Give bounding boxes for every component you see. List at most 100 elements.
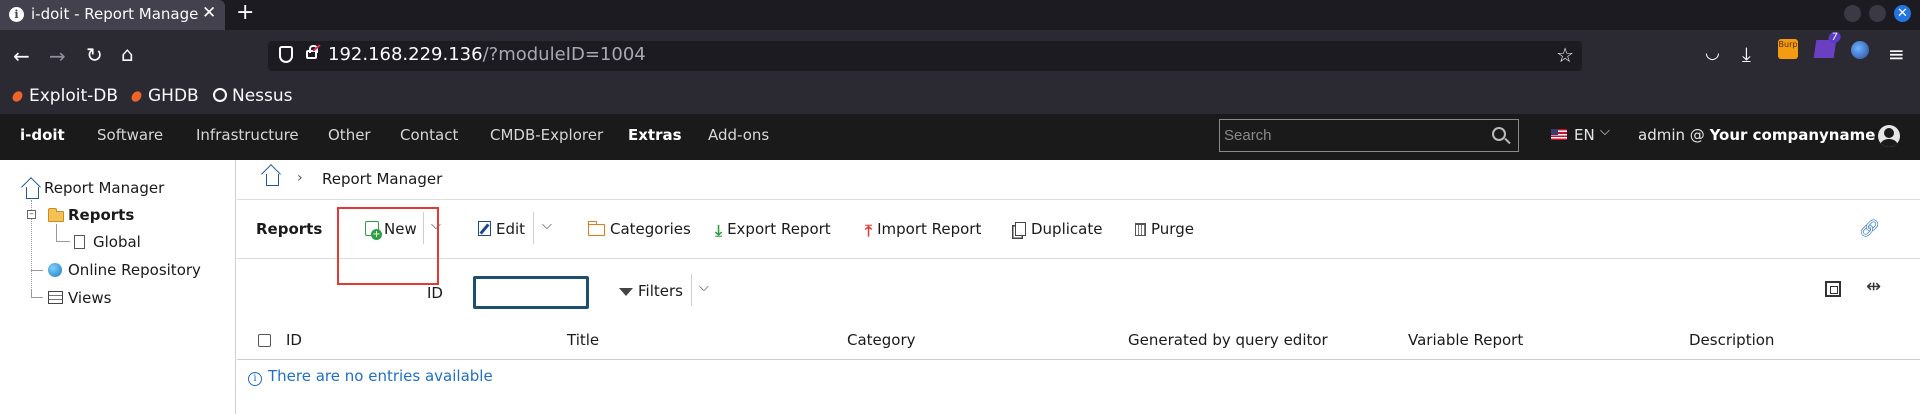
- info-icon: i: [248, 372, 262, 386]
- export-report-button[interactable]: ⤓ Export Report: [715, 220, 831, 241]
- column-header-category[interactable]: Category: [847, 331, 916, 349]
- import-label: Import Report: [877, 220, 982, 238]
- report-page-icon: [74, 235, 85, 249]
- id-filter-label: ID: [427, 284, 443, 302]
- pocket-icon[interactable]: ◡: [1705, 43, 1720, 63]
- tab-title: i-doit - Report Manager: [31, 5, 199, 23]
- burp-extension-icon[interactable]: Burp: [1778, 39, 1798, 59]
- search-input[interactable]: [1224, 124, 1484, 147]
- menu-extras[interactable]: Extras: [628, 126, 682, 144]
- link-icon[interactable]: 🔗︎: [1859, 219, 1881, 239]
- export-label: Export Report: [727, 220, 831, 238]
- globe-icon: [48, 263, 62, 277]
- tree-item-report-manager[interactable]: Report Manager: [44, 179, 164, 197]
- tree-item-views[interactable]: Views: [68, 289, 111, 307]
- site-info-icon: i: [9, 7, 24, 22]
- home-icon: [26, 187, 39, 199]
- chevron-down-icon[interactable]: ⌵: [1600, 124, 1610, 139]
- forward-arrow-icon[interactable]: →: [49, 44, 66, 68]
- new-tab-button[interactable]: +: [236, 0, 254, 25]
- folder-icon: [588, 221, 605, 236]
- column-header-title[interactable]: Title: [567, 331, 599, 349]
- insecure-lock-icon[interactable]: [306, 45, 318, 59]
- duplicate-button[interactable]: Duplicate: [1015, 220, 1102, 238]
- export-arrow-icon: ⤓: [715, 221, 723, 240]
- exploit-db-icon: [10, 89, 25, 104]
- import-report-button[interactable]: ⤒ Import Report: [865, 220, 981, 241]
- extension-icon[interactable]: 7: [1813, 32, 1842, 58]
- app-menu-icon[interactable]: ≡: [1888, 42, 1905, 66]
- app-header: i-doit Software Infrastructure Other Con…: [0, 114, 1920, 160]
- bookmark-exploit-db[interactable]: Exploit-DB: [10, 86, 118, 106]
- language-selector[interactable]: EN: [1574, 126, 1595, 144]
- menu-contact[interactable]: Contact: [400, 126, 458, 144]
- tree-connector: [56, 224, 70, 242]
- avatar[interactable]: [1878, 125, 1900, 147]
- breadcrumb-home-icon[interactable]: [266, 174, 279, 186]
- tree-connector: [31, 270, 43, 271]
- fit-to-screen-icon[interactable]: [1825, 281, 1841, 297]
- downloads-icon[interactable]: ⤓: [1742, 42, 1751, 66]
- edit-button[interactable]: Edit: [478, 220, 525, 238]
- url-text[interactable]: 192.168.229.136/?moduleID=1004: [328, 44, 646, 65]
- i-doit-logo[interactable]: i-doit: [20, 126, 65, 144]
- bookmark-star-icon[interactable]: ☆: [1556, 43, 1574, 67]
- user-name: admin @: [1638, 126, 1705, 144]
- tracking-shield-icon[interactable]: [279, 46, 293, 63]
- window-close-button[interactable]: ✕: [1894, 5, 1911, 22]
- categories-button[interactable]: Categories: [588, 220, 691, 238]
- user-menu[interactable]: admin @ Your companyname: [1638, 126, 1875, 144]
- column-header-variable-report[interactable]: Variable Report: [1408, 331, 1523, 349]
- browser-toolbar: ← → ↻ ⌂ 192.168.229.136/?moduleID=1004 ☆…: [0, 30, 1920, 114]
- filters-button[interactable]: Filters: [619, 282, 683, 300]
- divider: [691, 274, 692, 306]
- filters-label: Filters: [638, 282, 683, 300]
- url-path: /?moduleID=1004: [482, 44, 646, 65]
- globe-icon: [213, 88, 227, 102]
- select-all-checkbox[interactable]: [258, 334, 271, 347]
- reload-icon[interactable]: ↻: [86, 43, 103, 67]
- funnel-icon: [619, 288, 633, 296]
- menu-infrastructure[interactable]: Infrastructure: [196, 126, 299, 144]
- address-bar[interactable]: 192.168.229.136/?moduleID=1004 ☆: [268, 41, 1582, 71]
- menu-add-ons[interactable]: Add-ons: [708, 126, 769, 144]
- bookmark-ghdb[interactable]: GHDB: [129, 86, 199, 106]
- search-box: [1219, 119, 1519, 152]
- column-header-id[interactable]: ID: [286, 331, 302, 349]
- column-header-query-editor[interactable]: Generated by query editor: [1128, 331, 1328, 349]
- purge-label: Purge: [1151, 220, 1194, 238]
- column-resize-icon[interactable]: ⇹: [1866, 276, 1881, 297]
- tree-item-reports[interactable]: Reports: [68, 206, 134, 224]
- duplicate-label: Duplicate: [1031, 220, 1103, 238]
- tab-close-icon[interactable]: ✕: [202, 3, 216, 23]
- toolbar-title: Reports: [256, 220, 323, 238]
- breadcrumb-current[interactable]: Report Manager: [322, 170, 442, 188]
- menu-cmdb-explorer[interactable]: CMDB-Explorer: [490, 126, 603, 144]
- menu-other[interactable]: Other: [328, 126, 371, 144]
- filters-chevron-down-icon[interactable]: ⌵: [699, 280, 709, 295]
- import-arrow-icon: ⤒: [865, 221, 873, 240]
- breadcrumb: › Report Manager: [237, 160, 1920, 200]
- tree-item-online-repository[interactable]: Online Repository: [68, 261, 201, 279]
- menu-software[interactable]: Software: [97, 126, 163, 144]
- bookmark-label: Exploit-DB: [29, 86, 118, 106]
- browser-tab[interactable]: i i-doit - Report Manager ✕: [0, 0, 225, 30]
- minimize-button[interactable]: [1844, 5, 1861, 22]
- us-flag-icon[interactable]: [1551, 129, 1567, 140]
- search-icon[interactable]: [1492, 127, 1506, 141]
- edit-dropdown-chevron-icon[interactable]: ⌵: [542, 218, 552, 233]
- purge-button[interactable]: Purge: [1135, 220, 1194, 238]
- collapse-toggle[interactable]: –: [27, 210, 36, 219]
- bookmark-nessus[interactable]: Nessus: [213, 86, 293, 106]
- proxy-extension-icon[interactable]: [1851, 41, 1869, 59]
- tree-item-global[interactable]: Global: [93, 233, 141, 251]
- burp-label: Burp: [1778, 40, 1798, 49]
- back-arrow-icon[interactable]: ←: [13, 44, 30, 68]
- edit-label: Edit: [496, 220, 526, 238]
- sidebar-tree: Report Manager – Reports Global Online R…: [0, 160, 236, 414]
- id-filter-input[interactable]: [473, 276, 589, 309]
- home-icon[interactable]: ⌂: [121, 42, 134, 66]
- bookmark-label: Nessus: [232, 86, 293, 106]
- maximize-button[interactable]: [1869, 5, 1886, 22]
- column-header-description[interactable]: Description: [1689, 331, 1774, 349]
